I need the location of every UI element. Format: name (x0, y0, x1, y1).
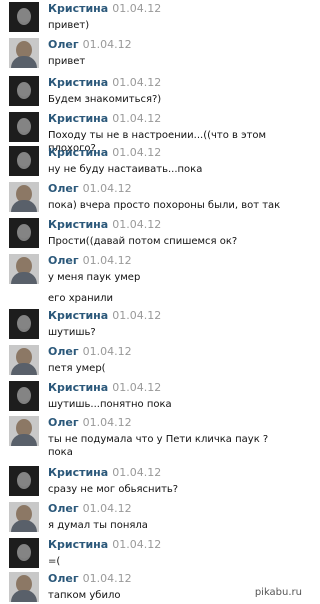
author-name[interactable]: Олег (48, 254, 79, 267)
message-text: ты не подумала что у Пети кличка паук ? … (48, 434, 269, 458)
message-text: =( (48, 556, 61, 567)
message-text: шутишь? (48, 327, 96, 338)
author-name[interactable]: Олег (48, 182, 79, 195)
author-name[interactable]: Олег (48, 502, 79, 515)
author-name[interactable]: Кристина (48, 309, 108, 322)
author-name[interactable]: Кристина (48, 146, 108, 159)
avatar[interactable] (9, 502, 39, 532)
author-name[interactable]: Кристина (48, 76, 108, 89)
message-date: 01.04.12 (112, 538, 162, 551)
message-text: шутишь...понятно пока (48, 399, 172, 410)
author-name[interactable]: Кристина (48, 2, 108, 15)
message-text: пока) вчера просто похороны были, вот та… (48, 200, 281, 211)
message-date: 01.04.12 (82, 38, 132, 51)
avatar[interactable] (9, 254, 39, 284)
message-date: 01.04.12 (112, 146, 162, 159)
message-text: его хранили (48, 293, 114, 304)
watermark: pikabu.ru (254, 587, 302, 598)
message-date: 01.04.12 (112, 381, 162, 394)
message-text: Прости((давай потом спишемся ок? (48, 236, 238, 247)
avatar[interactable] (9, 112, 39, 142)
avatar[interactable] (9, 182, 39, 212)
message-date: 01.04.12 (82, 416, 132, 429)
author-name[interactable]: Кристина (48, 112, 108, 125)
author-name[interactable]: Олег (48, 416, 79, 429)
message-date: 01.04.12 (112, 76, 162, 89)
avatar[interactable] (9, 538, 39, 568)
avatar[interactable] (9, 76, 39, 106)
message-text: петя умер( (48, 363, 106, 374)
message-date: 01.04.12 (112, 218, 162, 231)
avatar[interactable] (9, 572, 39, 602)
avatar[interactable] (9, 309, 39, 339)
author-name[interactable]: Кристина (48, 466, 108, 479)
message-date: 01.04.12 (112, 309, 162, 322)
message-date: 01.04.12 (82, 502, 132, 515)
avatar[interactable] (9, 345, 39, 375)
message-text: ну не буду настаивать...пока (48, 164, 203, 175)
message-date: 01.04.12 (112, 112, 162, 125)
avatar[interactable] (9, 466, 39, 496)
message-date: 01.04.12 (112, 2, 162, 15)
author-name[interactable]: Кристина (48, 218, 108, 231)
author-name[interactable]: Олег (48, 345, 79, 358)
message-date: 01.04.12 (82, 182, 132, 195)
message-date: 01.04.12 (82, 254, 132, 267)
message-text: Будем знакомиться?) (48, 94, 162, 105)
author-name[interactable]: Олег (48, 572, 79, 585)
avatar[interactable] (9, 416, 39, 446)
message-text: у меня паук умер (48, 272, 141, 283)
avatar[interactable] (9, 381, 39, 411)
message-date: 01.04.12 (82, 572, 132, 585)
message-text: привет (48, 56, 86, 67)
author-name[interactable]: Олег (48, 38, 79, 51)
author-name[interactable]: Кристина (48, 538, 108, 551)
avatar[interactable] (9, 2, 39, 32)
avatar[interactable] (9, 38, 39, 68)
avatar[interactable] (9, 146, 39, 176)
message-text: сразу не мог обьяснить? (48, 484, 179, 495)
message-text: привет) (48, 20, 90, 31)
avatar[interactable] (9, 218, 39, 248)
message-text: я думал ты поняла (48, 520, 148, 531)
author-name[interactable]: Кристина (48, 381, 108, 394)
message-date: 01.04.12 (82, 345, 132, 358)
message-date: 01.04.12 (112, 466, 162, 479)
